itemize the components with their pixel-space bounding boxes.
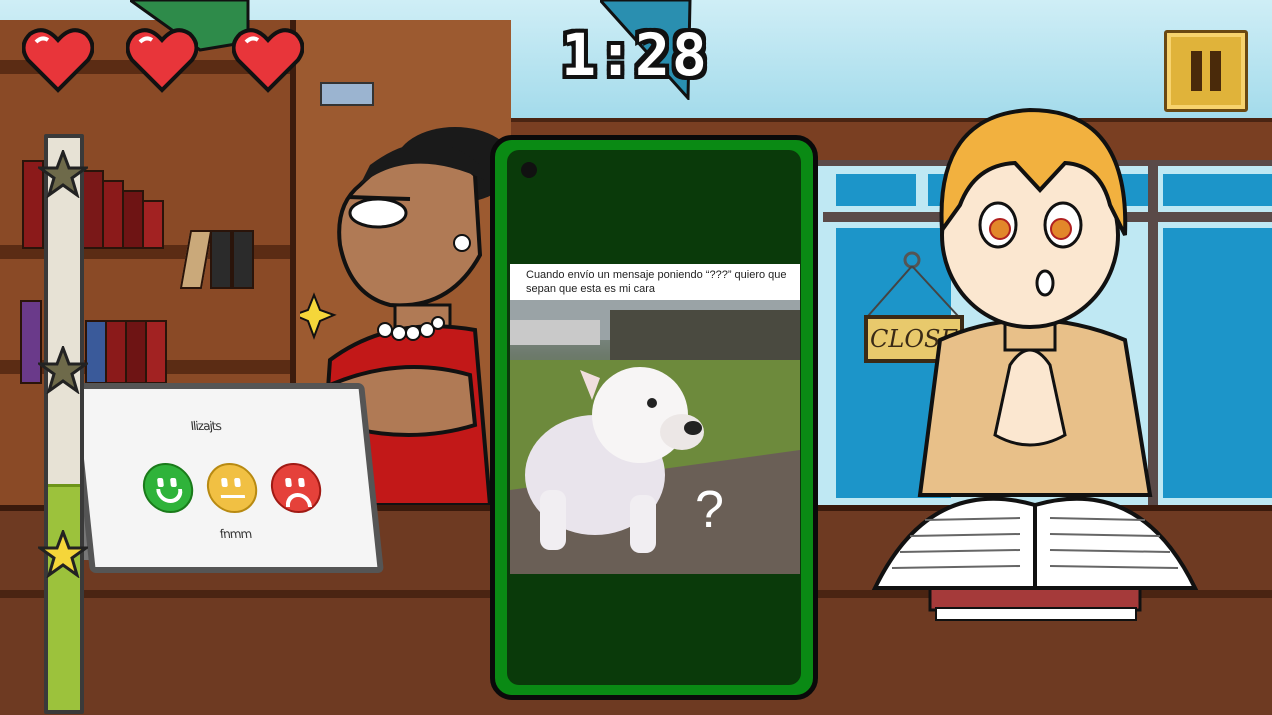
shopkeeper-boy <box>917 107 1153 497</box>
tablet-footer: fnmm <box>219 527 252 541</box>
pause-icon <box>1191 51 1202 91</box>
heart-icon <box>126 28 198 93</box>
happy-face-icon[interactable] <box>140 463 196 513</box>
camera-icon <box>521 162 537 178</box>
phone: Cuando envío un mensaje poniendo “???” q… <box>490 135 818 700</box>
angry-face-icon[interactable] <box>268 463 324 513</box>
heart-icon <box>232 28 304 93</box>
open-book <box>871 496 1199 621</box>
tablet-title: Ilizajts <box>189 419 222 433</box>
phone-screen: Cuando envío un mensaje poniendo “???” q… <box>507 150 801 685</box>
heart-icon <box>22 28 94 93</box>
approval-meter <box>38 134 88 714</box>
countdown-timer: 1:28 <box>561 21 709 89</box>
neutral-face-icon[interactable] <box>204 463 260 513</box>
star-icon <box>38 530 88 578</box>
meme-photo: ? <box>510 300 800 574</box>
pause-button[interactable] <box>1164 30 1248 112</box>
dog-icon <box>510 300 800 574</box>
meme-caption: Cuando envío un mensaje poniendo “???” q… <box>526 269 787 295</box>
meme-post[interactable]: Cuando envío un mensaje poniendo “???” q… <box>510 264 800 574</box>
review-tablet: Ilizajts fnmm <box>70 383 384 573</box>
question-mark: ? <box>695 481 724 539</box>
star-icon <box>38 346 88 394</box>
approval-meter-fill <box>48 484 80 710</box>
star-icon <box>38 150 88 198</box>
